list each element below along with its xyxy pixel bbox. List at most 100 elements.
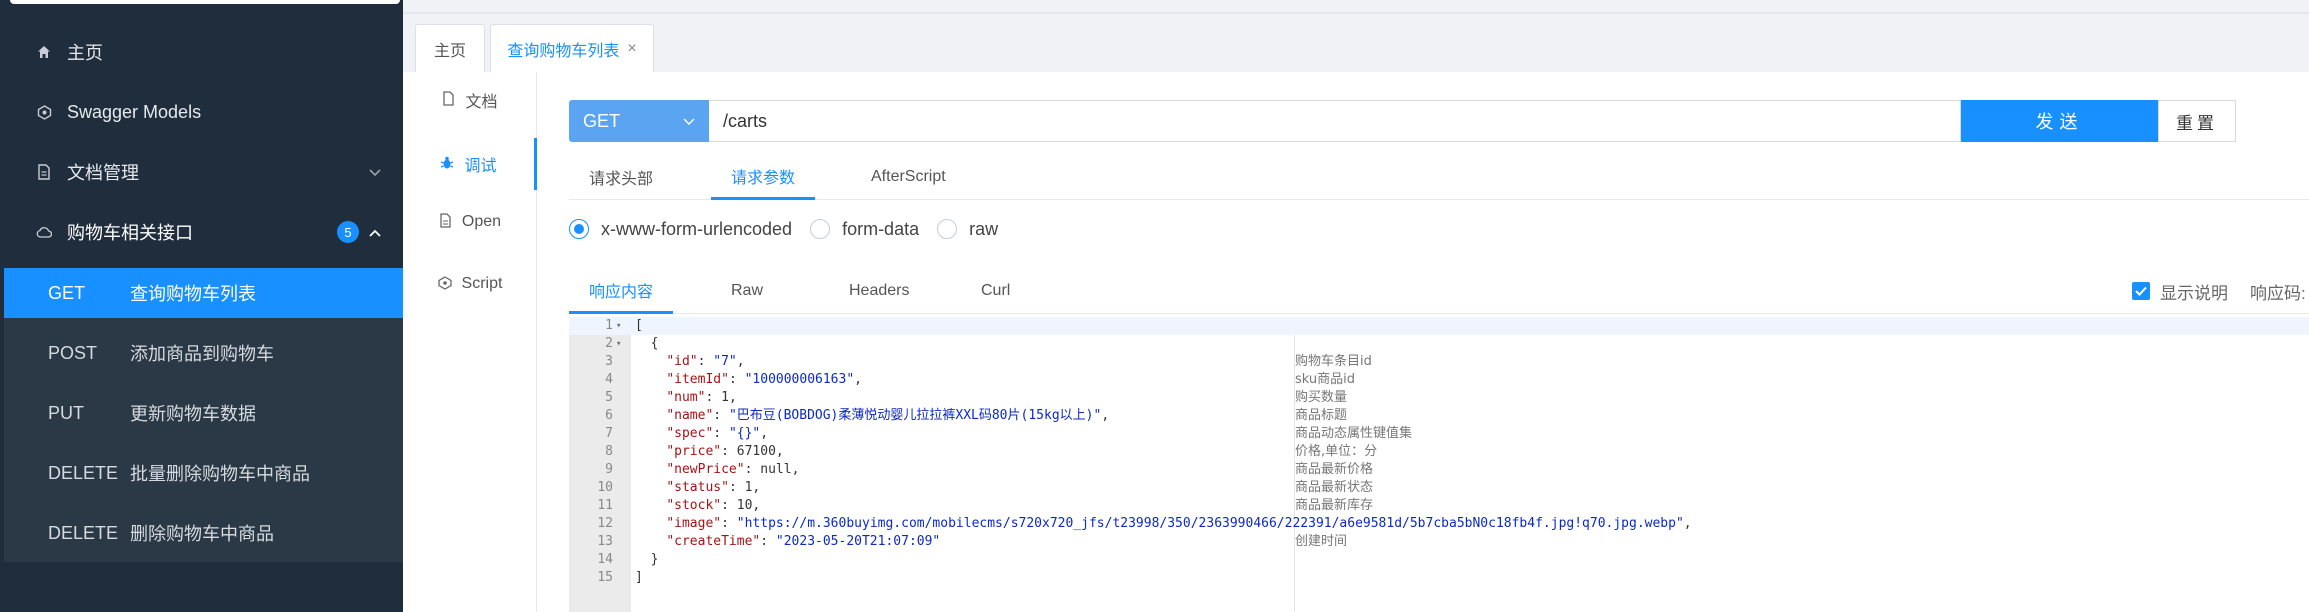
json-key: "spec" xyxy=(666,426,714,441)
document-icon xyxy=(33,164,55,180)
doc-subnav: 文档 调试 Open Script xyxy=(403,72,537,612)
tab-query-cart-list[interactable]: 查询购物车列表 × xyxy=(490,24,654,72)
checkbox-checked-icon[interactable] xyxy=(2132,282,2150,300)
tab-response-headers[interactable]: Headers xyxy=(829,268,929,314)
code-text: [ xyxy=(635,318,643,333)
radio-dot xyxy=(810,219,831,239)
sidebar-item-label: 购物车相关接口 xyxy=(67,223,193,243)
sidebar-api-post-cart[interactable]: POST 添加商品到购物车 xyxy=(4,328,403,378)
line-number: 13 xyxy=(597,534,613,549)
code-line: 14 } xyxy=(569,551,2309,569)
body-type-radios: x-www-form-urlencoded form-data raw xyxy=(569,216,1016,242)
sidebar-submenu: GET 查询购物车列表 POST 添加商品到购物车 PUT 更新购物车数据 DE… xyxy=(4,268,403,562)
code-text: { xyxy=(635,336,659,351)
radio-label: x-www-form-urlencoded xyxy=(601,218,793,239)
chevron-down-icon xyxy=(683,114,695,129)
tab-afterscript[interactable]: AfterScript xyxy=(851,154,966,200)
radio-dot xyxy=(569,219,589,239)
fold-toggle-icon[interactable]: ▾ xyxy=(616,317,621,335)
json-key: "newPrice" xyxy=(666,462,745,477)
line-number: 8 xyxy=(605,444,613,459)
sidebar-api-batch-delete[interactable]: DELETE 批量删除购物车中商品 xyxy=(4,448,403,498)
fold-toggle-icon[interactable]: ▾ xyxy=(616,335,621,353)
sidebar-item-doc-manage[interactable]: 文档管理 xyxy=(0,146,403,198)
json-value: 1 xyxy=(744,480,753,495)
show-desc-label: 显示说明 xyxy=(2160,283,2228,303)
tab-label: 查询购物车列表 xyxy=(507,42,620,60)
json-key: "stock" xyxy=(666,498,722,513)
sidebar-api-put-cart[interactable]: PUT 更新购物车数据 xyxy=(4,388,403,438)
subnav-label: Script xyxy=(461,275,503,292)
line-number: 6 xyxy=(605,408,613,423)
tab-response-content[interactable]: 响应内容 xyxy=(569,268,674,314)
json-value: "{}" xyxy=(728,426,761,441)
json-value: "2023-05-20T21:07:09" xyxy=(775,534,941,549)
sidebar-item-cart-apis[interactable]: 购物车相关接口 5 xyxy=(0,206,403,258)
sidebar-api-get-carts[interactable]: GET 查询购物车列表 xyxy=(4,268,403,318)
code-line: 1 ▾ [ xyxy=(569,317,2309,335)
tab-request-params[interactable]: 请求参数 xyxy=(711,154,816,200)
response-editor[interactable]: 1 ▾[2 ▾ {3 "id": "7", 购物车条目id 4 "itemId": "1… xyxy=(569,317,2309,612)
code-line: 7 "spec": "{}", 商品动态属性键值集 xyxy=(569,425,2309,443)
line-number: 12 xyxy=(597,516,613,531)
subnav-label: 调试 xyxy=(464,158,497,175)
json-key: "image" xyxy=(666,516,722,531)
sidebar-item-swagger-models[interactable]: Swagger Models xyxy=(0,86,403,138)
method-select[interactable]: GET xyxy=(569,100,709,142)
json-value: 67100 xyxy=(736,444,776,459)
send-button[interactable]: 发送 xyxy=(1961,100,2158,142)
reset-button[interactable]: 重置 xyxy=(2158,100,2236,142)
radio-raw[interactable]: raw xyxy=(937,219,998,240)
code-line: 3 "id": "7", 购物车条目id xyxy=(569,353,2309,371)
status-code-label: 响应码: xyxy=(2250,283,2306,303)
close-icon[interactable]: × xyxy=(627,40,636,58)
field-description: 购物车条目id xyxy=(1295,354,1372,369)
line-number: 3 xyxy=(605,354,613,369)
line-number: 5 xyxy=(605,390,613,405)
json-key: "status" xyxy=(666,480,729,495)
code-text: "status": 1, xyxy=(666,480,761,495)
code-text: "id": "7", xyxy=(666,354,745,369)
api-label: 查询购物车列表 xyxy=(130,284,256,304)
radio-urlencoded[interactable]: x-www-form-urlencoded xyxy=(569,219,792,240)
sidebar: 主页 Swagger Models 文档管理 购物车相关接口 5 GET 查询购… xyxy=(0,0,403,612)
tab-bar: 主页 查询购物车列表 × xyxy=(403,14,2309,72)
sidebar-search-box[interactable] xyxy=(10,0,400,4)
sidebar-item-label: 文档管理 xyxy=(67,163,139,183)
code-text: ] xyxy=(635,570,643,585)
sidebar-api-delete-item[interactable]: DELETE 删除购物车中商品 xyxy=(4,508,403,558)
param-tabs: 请求头部 请求参数 AfterScript xyxy=(569,154,2309,200)
json-key: "itemId" xyxy=(666,372,729,387)
tab-response-raw[interactable]: Raw xyxy=(711,268,783,314)
line-number: 2 xyxy=(605,336,613,351)
subnav-doc[interactable]: 文档 xyxy=(403,80,537,120)
subnav-open[interactable]: Open xyxy=(403,202,537,242)
code-text: } xyxy=(635,552,659,567)
script-icon xyxy=(437,275,452,293)
swagger-models-icon xyxy=(33,104,55,120)
http-method: PUT xyxy=(48,402,84,423)
chevron-down-icon xyxy=(369,164,381,180)
tab-home[interactable]: 主页 xyxy=(415,24,485,72)
code-line: 8 "price": 67100, 价格,单位：分 xyxy=(569,443,2309,461)
code-text: "price": 67100, xyxy=(666,444,784,459)
json-key: "price" xyxy=(666,444,722,459)
radio-form-data[interactable]: form-data xyxy=(810,219,919,240)
tab-label: 主页 xyxy=(433,42,466,60)
line-number: 1 xyxy=(605,318,613,333)
subnav-script[interactable]: Script xyxy=(403,264,537,304)
tab-response-curl[interactable]: Curl xyxy=(961,268,1030,314)
json-value: 1 xyxy=(721,390,729,405)
code-text: "spec": "{}", xyxy=(666,426,769,441)
url-input[interactable] xyxy=(709,100,1961,142)
sidebar-item-home[interactable]: 主页 xyxy=(0,26,403,78)
code-text: "name": "巴布豆(BOBDOG)柔薄悦动婴儿拉拉裤XXL码80片(15k… xyxy=(666,408,1110,423)
radio-label: raw xyxy=(969,218,999,239)
sidebar-footer xyxy=(0,562,403,612)
line-number: 11 xyxy=(597,498,613,513)
subnav-debug[interactable]: 调试 xyxy=(403,138,537,190)
line-number: 14 xyxy=(597,552,613,567)
json-value: "巴布豆(BOBDOG)柔薄悦动婴儿拉拉裤XXL码80片(15kg以上)" xyxy=(728,408,1102,423)
tab-request-headers[interactable]: 请求头部 xyxy=(569,154,673,200)
api-label: 更新购物车数据 xyxy=(130,404,256,424)
